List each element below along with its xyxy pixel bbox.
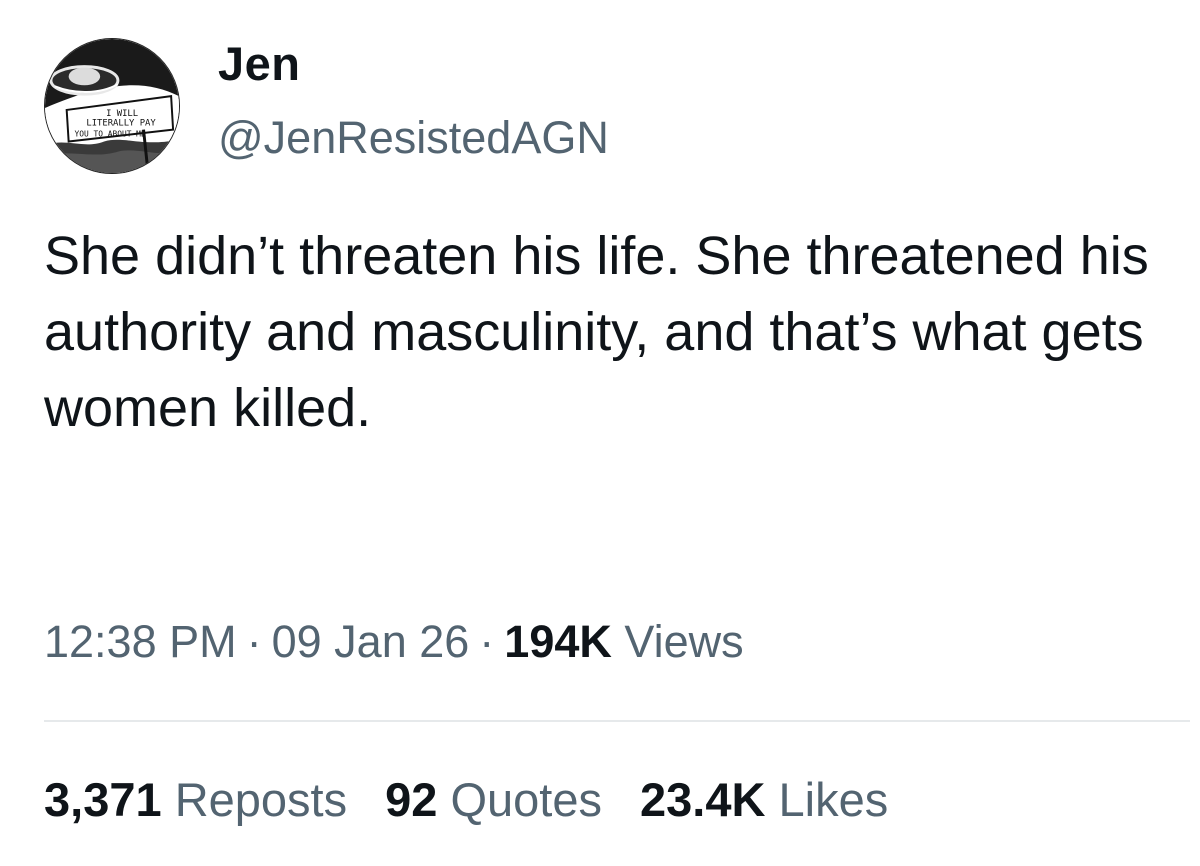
reposts-stat[interactable]: 3,371 Reposts <box>44 773 347 826</box>
reposts-label: Reposts <box>174 773 348 826</box>
tweet-card: I WILL LITERALLY PAY YOU TO ABOUT ME Jen… <box>0 0 1200 866</box>
avatar-sign-line-3: YOU TO ABOUT ME <box>75 130 146 139</box>
views-count: 194K <box>504 616 612 667</box>
quotes-stat[interactable]: 92 Quotes <box>385 773 602 826</box>
avatar-sign-line-2: LITERALLY PAY <box>86 119 156 129</box>
avatar-sign-line-1: I WILL <box>106 109 138 119</box>
quotes-count: 92 <box>385 773 438 826</box>
quotes-label: Quotes <box>450 773 602 826</box>
display-name[interactable]: Jen <box>218 36 301 92</box>
likes-label: Likes <box>778 773 889 826</box>
divider <box>44 720 1190 722</box>
tweet-text: She didn’t threaten his life. She threat… <box>44 226 1149 438</box>
avatar[interactable]: I WILL LITERALLY PAY YOU TO ABOUT ME <box>44 38 180 174</box>
engagement-stats: 3,371 Reposts 92 Quotes 23.4K Likes <box>44 768 888 832</box>
tweet-time[interactable]: 12:38 PM <box>44 616 237 667</box>
tweet-date[interactable]: 09 Jan 26 <box>272 616 470 667</box>
likes-stat[interactable]: 23.4K Likes <box>640 773 888 826</box>
user-handle[interactable]: @JenResistedAGN <box>218 110 609 166</box>
likes-count: 23.4K <box>640 773 766 826</box>
tweet-meta: 12:38 PM · 09 Jan 26 · 194K Views <box>44 612 744 672</box>
meta-separator: · <box>479 616 495 667</box>
views-label: Views <box>624 616 744 667</box>
avatar-image: I WILL LITERALLY PAY YOU TO ABOUT ME <box>45 39 179 173</box>
meta-separator: · <box>246 616 262 667</box>
reposts-count: 3,371 <box>44 773 162 826</box>
